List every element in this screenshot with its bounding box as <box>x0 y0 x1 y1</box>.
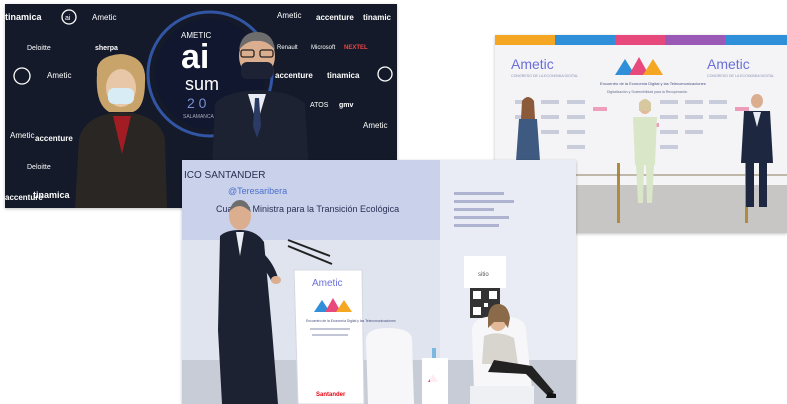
logo-text: Ametic <box>92 13 116 22</box>
logo-text: ATOS <box>310 102 329 109</box>
logo-text: Deloitte <box>27 164 51 171</box>
logo-text: tinamica <box>5 12 43 22</box>
podium-sponsor: Santander <box>316 392 346 398</box>
logo-text: Renault <box>277 45 298 51</box>
armchair-left <box>366 328 414 404</box>
event-ai-mark: ai <box>181 38 209 76</box>
logo-text: ai <box>65 15 71 22</box>
stage-left-brand: Ametic <box>511 56 554 72</box>
logo-text: tinamica <box>33 190 71 200</box>
logo-text: Ametic <box>47 71 71 80</box>
podium-text: Encuentro de la Economía Digital y las T… <box>306 319 396 323</box>
logo-text: Deloitte <box>27 45 51 52</box>
screen-name: ICO SANTANDER <box>184 170 266 181</box>
stage-left-caption: CONGRESO DE LA ECONOMIA DIGITAL <box>511 74 578 78</box>
logo-text: accenture <box>316 13 354 22</box>
logo-text: Microsoft <box>311 45 336 51</box>
stage-center-text: Encuentro de la Economía Digital y las T… <box>600 81 706 86</box>
stage-center-sub: Digitalización y Sostenibilidad para la … <box>607 90 687 94</box>
logo-text: NEXTEL <box>344 45 368 51</box>
logo-text: tinamic <box>363 13 392 22</box>
logo-text: accenture <box>35 134 73 143</box>
logo-text: Ametic <box>363 121 387 130</box>
photo-speech: ICO SANTANDER @Teresaribera Cuarta y Min… <box>182 160 576 404</box>
event-year: 2 0 <box>187 95 207 111</box>
logo-text: tinamica <box>327 71 360 80</box>
logo-text: Ametic <box>277 11 301 20</box>
screen-handle: @Teresaribera <box>228 186 287 196</box>
event-org: SALAMANCA <box>183 114 215 120</box>
stage-right-brand: Ametic <box>707 56 750 72</box>
event-sub: sum <box>185 74 219 94</box>
photo-speech-image: ICO SANTANDER @Teresaribera Cuarta y Min… <box>182 160 576 404</box>
stage-right-caption: CONGRESO DE LA ECONOMIA DIGITAL <box>707 74 774 78</box>
podium-brand: Ametic <box>312 278 343 289</box>
logo-text: Ametic <box>10 131 34 140</box>
logo-text: gmv <box>339 102 354 109</box>
logo-text: accenture <box>275 71 313 80</box>
logo-text: sherpa <box>95 45 118 52</box>
side-label: sitio <box>478 272 489 278</box>
